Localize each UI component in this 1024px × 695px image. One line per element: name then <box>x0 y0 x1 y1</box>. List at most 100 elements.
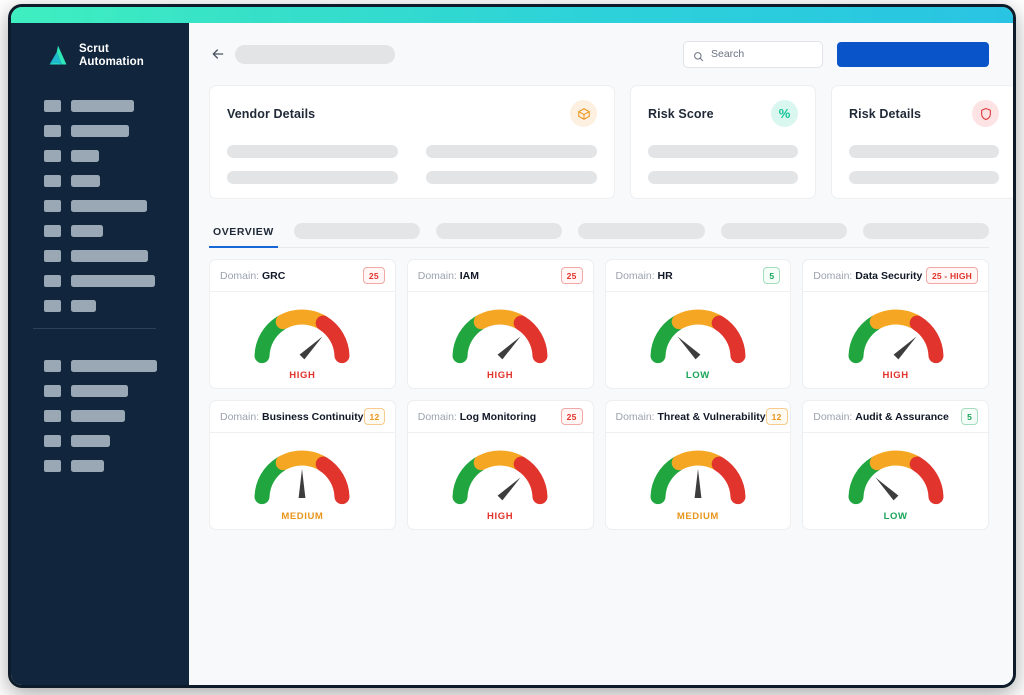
domain-name: Threat & Vulnerability <box>657 410 766 423</box>
domain-gauge-card[interactable]: Domain: GRC 25 HIGH <box>209 259 396 389</box>
nav-item-label-placeholder <box>71 384 128 397</box>
sidebar-item-0[interactable] <box>11 93 189 118</box>
domain-gauge-grid: Domain: GRC 25 HIGH Domain: IAM 25 HIGH … <box>189 248 1013 530</box>
placeholder-bar <box>849 171 999 184</box>
placeholder-bar <box>648 145 798 158</box>
risk-level-label: LOW <box>883 511 908 522</box>
nav-item-icon <box>44 99 61 112</box>
percent-icon: % <box>771 100 798 127</box>
domain-name: Log Monitoring <box>459 410 537 423</box>
nav-item-icon <box>44 199 61 212</box>
nav-item-icon <box>44 409 61 422</box>
risk-score-placeholder-rows <box>648 145 798 184</box>
nav-item-icon <box>44 434 61 447</box>
nav-item-label-placeholder <box>71 149 99 162</box>
tab-placeholder-4[interactable] <box>862 223 989 239</box>
tab-placeholder-2[interactable] <box>578 223 705 239</box>
domain-gauge-card[interactable]: Domain: IAM 25 HIGH <box>406 259 594 389</box>
tab-placeholder-3[interactable] <box>720 223 847 239</box>
placeholder-bar <box>426 171 597 184</box>
nav-item-icon <box>44 459 61 472</box>
placeholder-bar <box>426 145 597 158</box>
domain-label: Domain: Audit & Assurance <box>813 410 949 423</box>
arrow-left-icon[interactable] <box>209 45 227 63</box>
tab-placeholder-1[interactable] <box>436 223 563 239</box>
tab-overview[interactable]: OVERVIEW <box>209 226 278 248</box>
shield-icon <box>972 100 999 127</box>
primary-action-button[interactable] <box>837 41 989 67</box>
domain-name: GRC <box>262 269 286 282</box>
tabs-bar: OVERVIEW <box>209 217 989 248</box>
nav-item-label-placeholder <box>71 224 103 237</box>
sidebar-item-3[interactable] <box>11 168 189 193</box>
domain-gauge-card[interactable]: Domain: Log Monitoring 25 HIGH <box>406 400 594 530</box>
sidebar-item-8[interactable] <box>11 293 189 318</box>
domain-gauge-body: MEDIUM <box>210 433 395 529</box>
tab-placeholder-0[interactable] <box>293 223 421 239</box>
window-topbar-accent <box>11 7 1013 23</box>
domain-gauge-card-header: Domain: Threat & Vulnerability 12 <box>605 401 791 433</box>
sidebar-divider <box>33 328 156 330</box>
risk-gauge-icon <box>848 309 944 364</box>
domain-gauge-card-header: Domain: GRC 25 <box>210 260 395 292</box>
risk-level-label: MEDIUM <box>676 511 719 522</box>
sidebar-item-1[interactable] <box>11 118 189 143</box>
domain-name: HR <box>657 269 673 282</box>
vendor-details-placeholder-rows <box>227 145 597 184</box>
domain-gauge-card[interactable]: Domain: Threat & Vulnerability 12 MEDIUM <box>604 400 792 530</box>
risk-gauge-icon <box>452 309 548 364</box>
nav-item-label-placeholder <box>71 174 100 187</box>
domain-name: Data Security <box>855 269 923 282</box>
sidebar-secondary-item-4[interactable] <box>11 453 189 478</box>
domain-gauge-body: HIGH <box>803 292 988 388</box>
domain-gauge-card-header: Domain: IAM 25 <box>407 260 593 292</box>
summary-cards-row: Vendor Details Risk Score % Risk Details <box>189 85 1013 199</box>
sidebar-nav-primary <box>11 93 189 318</box>
risk-gauge-icon <box>848 450 944 505</box>
risk-details-title: Risk Details <box>849 106 922 121</box>
page-title-placeholder <box>235 44 395 64</box>
domain-gauge-card[interactable]: Domain: HR 5 LOW <box>604 259 792 389</box>
risk-details-header: Risk Details <box>849 100 999 127</box>
risk-score-badge: 5 <box>961 408 978 425</box>
sidebar-item-5[interactable] <box>11 218 189 243</box>
domain-gauge-body: MEDIUM <box>606 433 791 529</box>
nav-item-icon <box>44 359 61 372</box>
risk-level-label: HIGH <box>487 511 514 522</box>
nav-item-icon <box>44 249 61 262</box>
risk-score-badge: 25 <box>560 408 583 425</box>
risk-level-label: HIGH <box>487 370 514 381</box>
brand-logo[interactable]: Scrut Automation <box>11 23 189 69</box>
sidebar-item-7[interactable] <box>11 268 189 293</box>
domain-label: Domain: Business Continuity <box>220 410 364 423</box>
sidebar-nav-secondary <box>11 353 189 478</box>
domain-gauge-body: LOW <box>606 292 791 388</box>
brand-name-line1: Scrut <box>79 43 109 55</box>
risk-score-badge: 25 <box>560 267 583 284</box>
risk-gauge-icon <box>650 309 746 364</box>
domain-name: IAM <box>459 269 480 282</box>
risk-score-header: Risk Score % <box>648 100 798 127</box>
risk-gauge-icon <box>650 450 746 505</box>
sidebar-secondary-item-2[interactable] <box>11 403 189 428</box>
sidebar-secondary-item-3[interactable] <box>11 428 189 453</box>
app-window: Scrut Automation Search Vendor Details R… <box>8 4 1016 688</box>
vendor-details-col-right <box>426 145 597 184</box>
sidebar: Scrut Automation <box>11 23 189 685</box>
domain-gauge-card-header: Domain: Log Monitoring 25 <box>407 401 593 433</box>
domain-gauge-card[interactable]: Domain: Business Continuity 12 MEDIUM <box>209 400 396 530</box>
risk-level-label: HIGH <box>882 370 909 381</box>
domain-gauge-card[interactable]: Domain: Audit & Assurance 5 LOW <box>802 400 989 530</box>
search-input[interactable]: Search <box>683 40 823 68</box>
sidebar-secondary-item-0[interactable] <box>11 353 189 378</box>
nav-item-icon <box>44 274 61 287</box>
sidebar-item-4[interactable] <box>11 193 189 218</box>
sidebar-item-2[interactable] <box>11 143 189 168</box>
sidebar-secondary-item-1[interactable] <box>11 378 189 403</box>
page-header: Search <box>189 23 1013 85</box>
sidebar-item-6[interactable] <box>11 243 189 268</box>
risk-gauge-icon <box>254 450 350 505</box>
risk-level-label: MEDIUM <box>281 511 324 522</box>
domain-gauge-card[interactable]: Domain: Data Security 25 - HIGH HIGH <box>802 259 989 389</box>
search-placeholder: Search <box>711 48 745 60</box>
